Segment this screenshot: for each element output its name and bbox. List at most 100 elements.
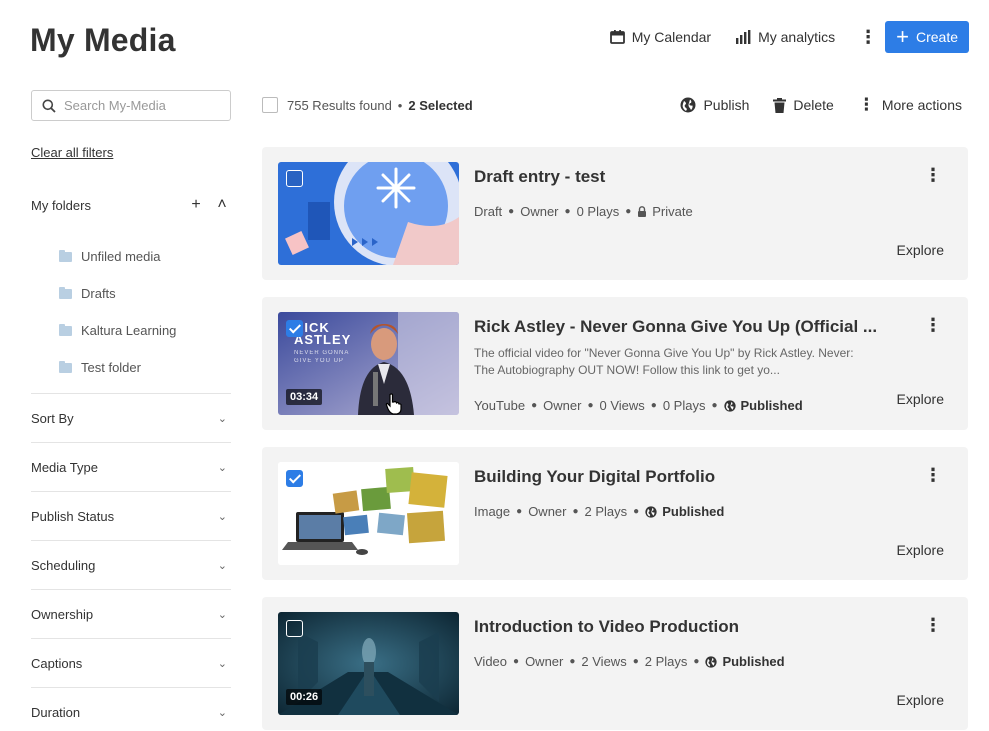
add-folder-icon[interactable]: + xyxy=(187,196,205,214)
entry-checkbox[interactable] xyxy=(286,620,303,637)
entry-owner: Owner xyxy=(543,398,582,413)
folder-icon xyxy=(59,286,72,299)
filter-label: Ownership xyxy=(31,606,94,622)
selected-count: 2 Selected xyxy=(408,97,473,113)
page-title: My Media xyxy=(30,22,176,58)
my-calendar-link[interactable]: My Calendar xyxy=(609,29,712,45)
delete-label: Delete xyxy=(793,97,834,113)
header-more-icon[interactable]: ⋮ xyxy=(859,27,877,48)
explore-link[interactable]: Explore xyxy=(897,692,944,708)
search-input[interactable] xyxy=(64,98,214,113)
entry-owner: Owner xyxy=(520,204,559,219)
delete-button[interactable]: Delete xyxy=(773,97,834,113)
entry-type: YouTube xyxy=(474,398,526,413)
folder-list: Unfiled media Drafts Kaltura Learning Te… xyxy=(59,238,176,386)
entry-thumbnail[interactable]: 00:26 xyxy=(278,612,459,715)
media-entry[interactable]: RICK ASTLEY NEVER GONNA GIVE YOU UP 03:3… xyxy=(262,297,968,430)
my-calendar-label: My Calendar xyxy=(631,29,712,45)
explore-link[interactable]: Explore xyxy=(897,542,944,558)
lock-icon xyxy=(638,206,647,217)
my-folders-title: My folders xyxy=(31,197,91,213)
thumbnail-subtitle-line-1: NEVER GONNA xyxy=(294,350,350,356)
create-button[interactable]: + Create xyxy=(885,21,969,53)
folder-item-kaltura-learning[interactable]: Kaltura Learning xyxy=(59,312,176,349)
entry-thumbnail[interactable]: RICK ASTLEY NEVER GONNA GIVE YOU UP 03:3… xyxy=(278,312,459,415)
chevron-up-icon[interactable]: ˄ xyxy=(213,196,231,214)
clear-all-filters-link[interactable]: Clear all filters xyxy=(31,145,113,160)
filter-duration[interactable]: Duration ⌄ xyxy=(31,687,231,731)
chevron-down-icon: ⌄ xyxy=(217,412,227,425)
entry-title[interactable]: Introduction to Video Production xyxy=(474,617,894,637)
select-all-checkbox[interactable] xyxy=(262,97,278,113)
folder-icon xyxy=(59,360,72,373)
entry-status-label: Published xyxy=(662,504,725,519)
entry-status-label: Published xyxy=(740,398,803,413)
folder-label: Test folder xyxy=(81,360,141,375)
entry-meta: YouTube ● Owner ● 0 Views ● 0 Plays ● Publis… xyxy=(474,398,803,413)
entry-title[interactable]: Rick Astley - Never Gonna Give You Up (O… xyxy=(474,317,894,337)
entry-owner: Owner xyxy=(525,654,564,669)
filter-sections: Sort By ⌄ Media Type ⌄ Publish Status ⌄ … xyxy=(31,393,231,731)
more-actions-icon: ⋮ xyxy=(857,95,875,114)
calendar-icon xyxy=(609,30,625,44)
entry-meta: Video ● Owner ● 2 Views ● 2 Plays ● Publishe… xyxy=(474,654,785,669)
results-bar: 755 Results found • 2 Selected Publish Del… xyxy=(262,93,962,117)
globe-icon xyxy=(645,505,657,518)
filter-sort-by[interactable]: Sort By ⌄ xyxy=(31,393,231,442)
folder-item-drafts[interactable]: Drafts xyxy=(59,275,176,312)
chevron-down-icon: ⌄ xyxy=(217,608,227,621)
entry-type: Video xyxy=(474,654,508,669)
folder-item-unfiled-media[interactable]: Unfiled media xyxy=(59,238,176,275)
entry-plays: 0 Plays xyxy=(576,204,620,219)
entry-status: Private xyxy=(637,204,693,219)
entry-title[interactable]: Draft entry - test xyxy=(474,167,894,187)
duration-badge: 03:34 xyxy=(286,389,323,405)
filter-ownership[interactable]: Ownership ⌄ xyxy=(31,589,231,638)
folder-item-test-folder[interactable]: Test folder xyxy=(59,349,176,386)
entry-plays: 2 Plays xyxy=(584,504,628,519)
media-entry[interactable]: Building Your Digital Portfolio Image ● O… xyxy=(262,447,968,580)
entry-more-icon[interactable]: ⋮ xyxy=(924,315,942,336)
results-summary: 755 Results found • 2 Selected xyxy=(287,97,473,113)
analytics-icon xyxy=(736,30,751,44)
publish-label: Publish xyxy=(703,97,750,113)
filter-captions[interactable]: Captions ⌄ xyxy=(31,638,231,687)
trash-icon xyxy=(773,97,787,113)
filter-label: Duration xyxy=(31,704,81,720)
my-analytics-link[interactable]: My analytics xyxy=(735,29,835,45)
filter-scheduling[interactable]: Scheduling ⌄ xyxy=(31,540,231,589)
chevron-down-icon: ⌄ xyxy=(217,657,227,670)
filter-media-type[interactable]: Media Type ⌄ xyxy=(31,442,231,491)
entry-more-icon[interactable]: ⋮ xyxy=(924,465,942,486)
media-entry[interactable]: 00:26 Introduction to Video Production V… xyxy=(262,597,968,730)
my-folders-header: My folders + ˄ xyxy=(31,196,231,214)
filter-publish-status[interactable]: Publish Status ⌄ xyxy=(31,491,231,540)
chevron-down-icon: ⌄ xyxy=(217,510,227,523)
chevron-down-icon: ⌄ xyxy=(217,706,227,719)
folder-icon xyxy=(59,249,72,262)
globe-icon xyxy=(723,399,736,412)
folder-label: Kaltura Learning xyxy=(81,323,177,338)
filter-label: Captions xyxy=(31,655,83,671)
entry-status: Published xyxy=(705,654,785,669)
entry-more-icon[interactable]: ⋮ xyxy=(924,165,942,186)
explore-link[interactable]: Explore xyxy=(897,391,944,407)
entry-type: Draft xyxy=(474,204,503,219)
entry-checkbox[interactable] xyxy=(286,170,303,187)
entry-checkbox[interactable] xyxy=(286,320,303,337)
thumbnail-subtitle-line-2: GIVE YOU UP xyxy=(294,358,344,364)
entry-status: Published xyxy=(645,504,724,519)
more-actions-button[interactable]: ⋮ More actions xyxy=(858,95,962,115)
entry-thumbnail[interactable] xyxy=(278,462,459,565)
explore-link[interactable]: Explore xyxy=(897,242,944,258)
search-box xyxy=(31,90,231,121)
entry-more-icon[interactable]: ⋮ xyxy=(924,615,942,636)
publish-button[interactable]: Publish xyxy=(680,97,749,113)
chevron-down-icon: ⌄ xyxy=(217,559,227,572)
entry-thumbnail[interactable] xyxy=(278,162,459,265)
entry-title[interactable]: Building Your Digital Portfolio xyxy=(474,467,894,487)
entry-checkbox[interactable] xyxy=(286,470,303,487)
entry-status-label: Published xyxy=(722,654,785,669)
media-entry[interactable]: Draft entry - test Draft ● Owner ● 0 Plays… xyxy=(262,147,968,280)
portfolio-image xyxy=(278,462,459,565)
